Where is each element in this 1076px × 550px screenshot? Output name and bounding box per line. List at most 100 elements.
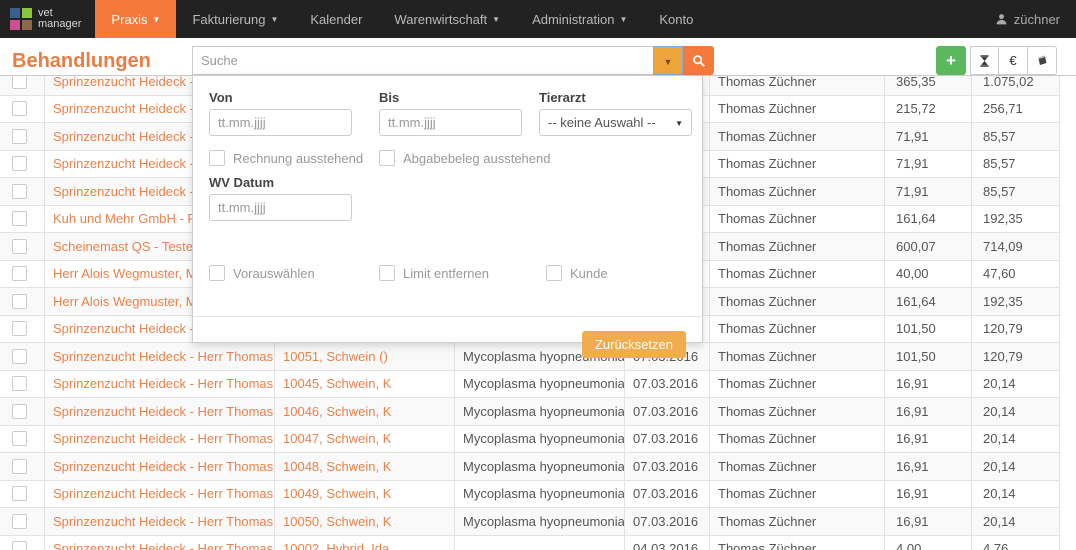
logo-squares-icon <box>10 8 32 30</box>
row-checkbox[interactable] <box>12 156 27 171</box>
user-menu[interactable]: züchner <box>995 0 1076 38</box>
row-checkbox[interactable] <box>12 349 27 364</box>
animal-link[interactable]: 10047, Schwein, K <box>275 426 455 453</box>
date-cell: 07.03.2016 <box>625 371 710 398</box>
gross-amount-cell: 20,14 <box>972 508 1060 535</box>
rechnung-ausstehend-checkbox[interactable] <box>209 150 225 166</box>
animal-link[interactable]: 10045, Schwein, K <box>275 371 455 398</box>
row-checkbox[interactable] <box>12 376 27 391</box>
nav-item-warenwirtschaft[interactable]: Warenwirtschaft ▼ <box>378 0 516 38</box>
row-checkbox[interactable] <box>12 404 27 419</box>
table-row[interactable]: Sprinzenzucht Heideck - Herr Thomas Züch… <box>0 426 1060 454</box>
net-amount-cell: 161,64 <box>885 206 972 233</box>
row-checkbox[interactable] <box>12 541 27 550</box>
table-row[interactable]: Sprinzenzucht Heideck - Herr Thomas Züch… <box>0 398 1060 426</box>
date-cell: 07.03.2016 <box>625 453 710 480</box>
panel-divider <box>193 316 702 317</box>
vet-cell: Thomas Züchner <box>710 151 885 178</box>
diagnosis-cell: Mycoplasma hyopneumoniae <box>455 371 625 398</box>
vet-cell: Thomas Züchner <box>710 508 885 535</box>
nav-item-konto[interactable]: Konto <box>643 0 709 38</box>
vorauswaehlen-checkbox[interactable] <box>209 265 225 281</box>
von-label: Von <box>209 90 233 105</box>
von-date-input[interactable] <box>209 109 352 136</box>
date-cell: 04.03.2016 <box>625 536 710 550</box>
table-row[interactable]: Sprinzenzucht Heideck - Herr Thomas Züch… <box>0 481 1060 509</box>
journal-button[interactable] <box>1028 46 1057 75</box>
row-checkbox[interactable] <box>12 211 27 226</box>
row-checkbox[interactable] <box>12 459 27 474</box>
animal-link[interactable]: 10051, Schwein () <box>275 343 455 370</box>
table-row[interactable]: Sprinzenzucht Heideck - Herr Thomas Züch… <box>0 371 1060 399</box>
vet-cell: Thomas Züchner <box>710 96 885 123</box>
customer-link[interactable]: Sprinzenzucht Heideck - Herr Thomas Züch… <box>45 343 275 370</box>
row-checkbox[interactable] <box>12 101 27 116</box>
row-checkbox[interactable] <box>12 184 27 199</box>
net-amount-cell: 161,64 <box>885 288 972 315</box>
customer-link[interactable]: Sprinzenzucht Heideck - Herr Thomas Züch… <box>45 481 275 508</box>
row-checkbox[interactable] <box>12 321 27 336</box>
customer-link[interactable]: Sprinzenzucht Heideck - Herr Thomas Züch… <box>45 508 275 535</box>
row-checkbox[interactable] <box>12 75 27 89</box>
table-row[interactable]: Sprinzenzucht Heideck - Herr Thomas Züch… <box>0 343 1060 371</box>
add-treatment-button[interactable]: + <box>936 46 966 75</box>
nav-item-kalender[interactable]: Kalender <box>294 0 378 38</box>
customer-link[interactable]: Sprinzenzucht Heideck - Herr Thomas Züch… <box>45 426 275 453</box>
table-row[interactable]: Sprinzenzucht Heideck - Herr Thomas Züch… <box>0 508 1060 536</box>
search-input[interactable] <box>192 46 653 75</box>
pending-button[interactable] <box>970 46 999 75</box>
nav-item-praxis[interactable]: Praxis ▼ <box>95 0 176 38</box>
row-checkbox[interactable] <box>12 294 27 309</box>
vet-cell: Thomas Züchner <box>710 426 885 453</box>
gross-amount-cell: 20,14 <box>972 398 1060 425</box>
customer-link[interactable]: Sprinzenzucht Heideck - Herr Thomas Züch… <box>45 371 275 398</box>
kunde-checkbox[interactable] <box>546 265 562 281</box>
table-row[interactable]: Sprinzenzucht Heideck - Herr Thomas Züch… <box>0 453 1060 481</box>
search-filter-toggle-button[interactable]: ▼ <box>653 46 683 75</box>
row-checkbox[interactable] <box>12 239 27 254</box>
diagnosis-cell: Mycoplasma hyopneumoniae <box>455 453 625 480</box>
vetmanager-logo[interactable]: vet manager <box>0 0 95 38</box>
row-checkbox[interactable] <box>12 431 27 446</box>
customer-link[interactable]: Sprinzenzucht Heideck - Herr Thomas Züch… <box>45 536 275 550</box>
reset-button[interactable]: Zurücksetzen <box>582 331 686 358</box>
gross-amount-cell: 256,71 <box>972 96 1060 123</box>
customer-link[interactable]: Sprinzenzucht Heideck - Herr Thomas Züch… <box>45 453 275 480</box>
animal-link[interactable]: 10049, Schwein, K <box>275 481 455 508</box>
animal-link[interactable]: 10050, Schwein, K <box>275 508 455 535</box>
abgabebeleg-ausstehend-checkbox[interactable] <box>379 150 395 166</box>
nav-item-administration[interactable]: Administration ▼ <box>516 0 643 38</box>
gross-amount-cell: 120,79 <box>972 316 1060 343</box>
customer-link[interactable]: Sprinzenzucht Heideck - Herr Thomas Züch… <box>45 398 275 425</box>
diagnosis-cell: Mycoplasma hyopneumoniae <box>455 426 625 453</box>
limit-entfernen-checkbox-row: Limit entfernen <box>379 265 489 281</box>
limit-entfernen-checkbox[interactable] <box>379 265 395 281</box>
gross-amount-cell: 4,76 <box>972 536 1060 550</box>
row-checkbox[interactable] <box>12 514 27 529</box>
caret-down-icon: ▼ <box>619 16 627 24</box>
vet-cell: Thomas Züchner <box>710 261 885 288</box>
nav-item-fakturierung[interactable]: Fakturierung ▼ <box>176 0 294 38</box>
person-icon <box>995 13 1008 26</box>
table-row[interactable]: Sprinzenzucht Heideck - Herr Thomas Züch… <box>0 536 1060 550</box>
row-checkbox[interactable] <box>12 486 27 501</box>
tierarzt-select[interactable]: -- keine Auswahl -- ▼ <box>539 109 692 136</box>
row-checkbox[interactable] <box>12 129 27 144</box>
net-amount-cell: 71,91 <box>885 178 972 205</box>
animal-link[interactable]: 10002, Hybrid, Ida <box>275 536 455 550</box>
toolbar: Behandlungen ▼ + € <box>0 38 1076 75</box>
vet-cell: Thomas Züchner <box>710 123 885 150</box>
bis-date-input[interactable] <box>379 109 522 136</box>
page-title: Behandlungen <box>12 50 151 73</box>
vet-cell: Thomas Züchner <box>710 206 885 233</box>
net-amount-cell: 600,07 <box>885 233 972 260</box>
animal-link[interactable]: 10048, Schwein, K <box>275 453 455 480</box>
caret-down-icon: ▼ <box>153 16 161 24</box>
gross-amount-cell: 85,57 <box>972 123 1060 150</box>
billing-button[interactable]: € <box>999 46 1028 75</box>
row-checkbox[interactable] <box>12 266 27 281</box>
animal-link[interactable]: 10046, Schwein, K <box>275 398 455 425</box>
bis-label: Bis <box>379 90 399 105</box>
search-button[interactable] <box>683 46 714 75</box>
wv-datum-input[interactable] <box>209 194 352 221</box>
